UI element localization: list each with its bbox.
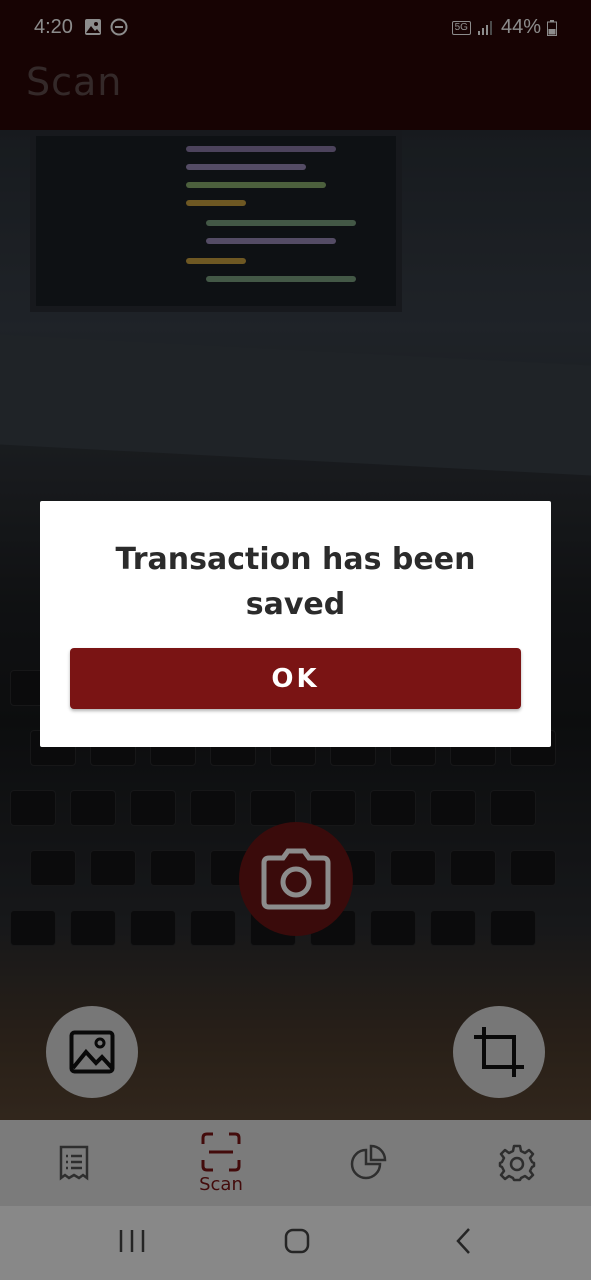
battery-percent: 44% bbox=[500, 16, 541, 38]
status-time: 4:20 bbox=[34, 16, 73, 38]
status-bar: 4:20 5G 44% bbox=[0, 0, 591, 56]
pie-chart-icon bbox=[350, 1144, 387, 1180]
recent-apps-button[interactable] bbox=[118, 1226, 146, 1260]
home-button[interactable] bbox=[283, 1226, 311, 1260]
page-title: Scan bbox=[26, 60, 123, 104]
nav-item-settings[interactable] bbox=[487, 1120, 547, 1206]
dialog-message: Transaction has been saved bbox=[115, 542, 476, 622]
camera-icon bbox=[261, 848, 331, 910]
crop-icon bbox=[474, 1027, 524, 1077]
image-icon bbox=[69, 1030, 115, 1074]
back-icon bbox=[456, 1228, 470, 1254]
transaction-saved-dialog: Transaction has been saved OK bbox=[40, 501, 551, 747]
scan-icon bbox=[201, 1132, 241, 1171]
gear-icon bbox=[498, 1144, 536, 1182]
gallery-button[interactable] bbox=[46, 1006, 138, 1098]
nav-label-scan: Scan bbox=[199, 1173, 243, 1195]
crop-button[interactable] bbox=[453, 1006, 545, 1098]
bottom-nav: Scan bbox=[0, 1120, 591, 1206]
network-badge: 5G bbox=[451, 20, 471, 35]
app-bar: Scan bbox=[0, 56, 591, 130]
back-button[interactable] bbox=[452, 1226, 476, 1260]
preview-monitor bbox=[30, 130, 402, 312]
battery-icon bbox=[547, 19, 557, 36]
status-left-icons bbox=[84, 18, 128, 36]
home-icon bbox=[284, 1228, 310, 1254]
nav-item-scan[interactable]: Scan bbox=[186, 1120, 256, 1206]
receipt-icon bbox=[59, 1145, 89, 1181]
system-nav-bar bbox=[0, 1206, 591, 1280]
capture-button[interactable] bbox=[239, 822, 353, 936]
recent-apps-icon bbox=[119, 1230, 145, 1252]
nav-item-reports[interactable] bbox=[339, 1120, 399, 1206]
nav-item-transactions[interactable] bbox=[44, 1120, 104, 1206]
status-right: 5G 44% bbox=[451, 16, 557, 39]
do-not-disturb-icon bbox=[110, 18, 128, 36]
signal-icon bbox=[477, 20, 492, 35]
ok-button[interactable]: OK bbox=[70, 648, 521, 709]
gallery-notification-icon bbox=[85, 19, 101, 35]
preview-desk bbox=[0, 334, 591, 476]
